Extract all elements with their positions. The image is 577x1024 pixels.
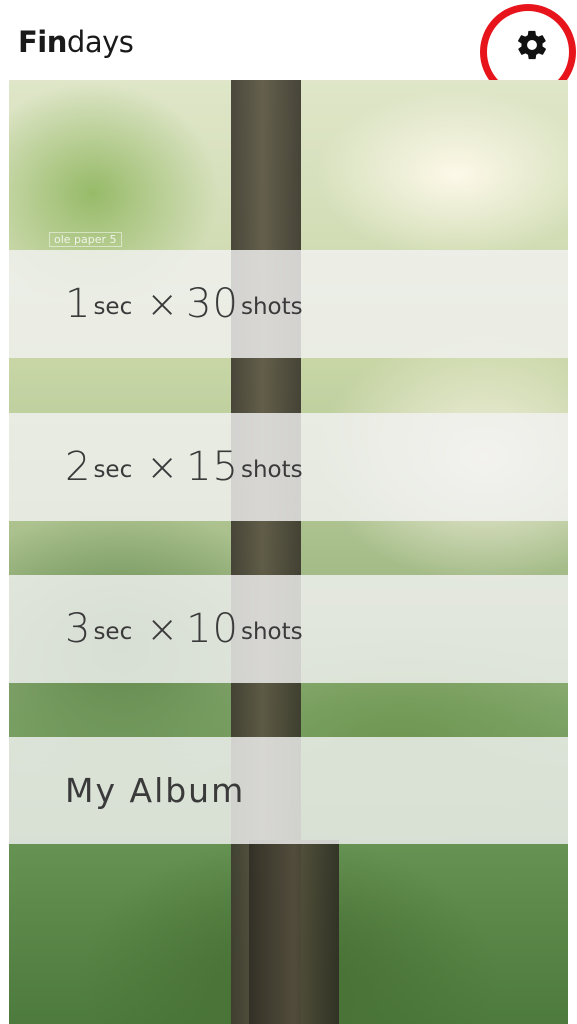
interval-unit: sec — [93, 294, 133, 320]
background-photo: ole paper 5 — [9, 80, 568, 1024]
shot-unit: shots — [240, 294, 303, 320]
gear-icon[interactable] — [515, 28, 549, 62]
album-label: My Album — [65, 771, 246, 810]
times-symbol: × — [146, 445, 179, 489]
shot-count: 10 — [186, 606, 239, 652]
interval-number: 3 — [65, 606, 92, 652]
photo-watermark: ole paper 5 — [49, 232, 122, 247]
times-symbol: × — [146, 607, 179, 651]
menu-item-3sec-10shots[interactable]: 3 sec × 10 shots — [9, 575, 568, 683]
shot-count: 15 — [186, 444, 239, 490]
app-header: Findays — [0, 0, 577, 100]
shot-unit: shots — [240, 457, 303, 483]
interval-unit: sec — [93, 457, 133, 483]
interval-unit: sec — [93, 619, 133, 645]
shot-unit: shots — [240, 619, 303, 645]
app-screen: Findays ole paper 5 1 sec × 30 shots 2 sec × 15… — [0, 0, 577, 1024]
app-title-bold: Fin — [18, 25, 67, 59]
menu-item-1sec-30shots[interactable]: 1 sec × 30 shots — [9, 250, 568, 358]
app-title: Findays — [18, 24, 134, 60]
times-symbol: × — [146, 282, 179, 326]
interval-number: 1 — [65, 281, 92, 327]
app-title-light: days — [66, 25, 134, 59]
interval-number: 2 — [65, 444, 92, 490]
menu-item-2sec-15shots[interactable]: 2 sec × 15 shots — [9, 413, 568, 521]
shot-count: 30 — [186, 281, 239, 327]
menu-item-my-album[interactable]: My Album — [9, 737, 568, 844]
tree-trunk-lower — [249, 840, 339, 1024]
